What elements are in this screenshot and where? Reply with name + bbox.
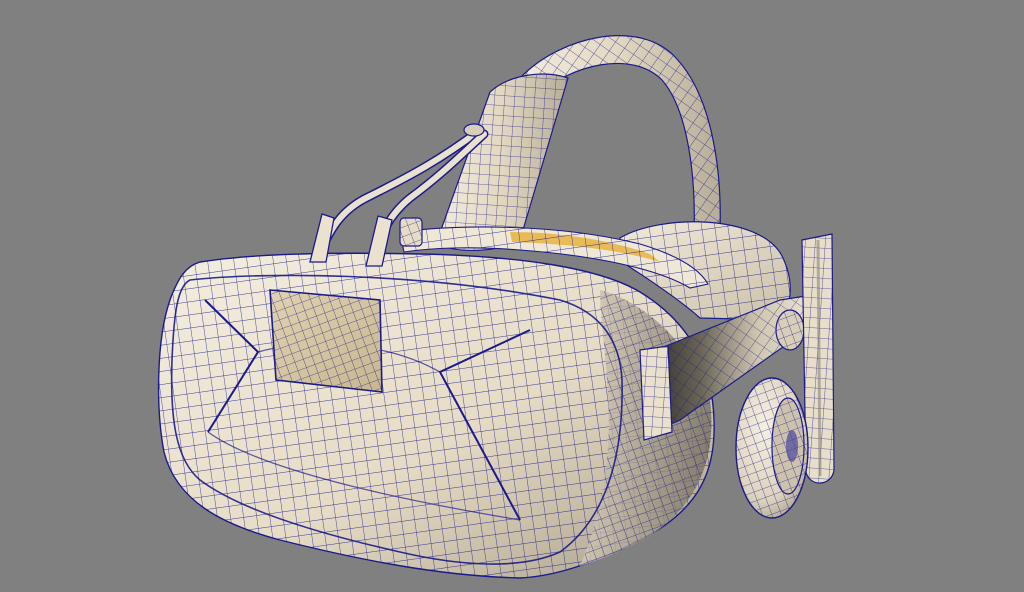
3d-viewport[interactable] bbox=[0, 0, 1024, 592]
sensor-panel bbox=[269, 289, 383, 393]
vr-headset-model bbox=[157, 35, 835, 579]
right-headphone bbox=[735, 377, 809, 519]
front-shell bbox=[157, 252, 715, 579]
hinge-knob bbox=[775, 309, 805, 351]
rim-button bbox=[399, 217, 423, 247]
